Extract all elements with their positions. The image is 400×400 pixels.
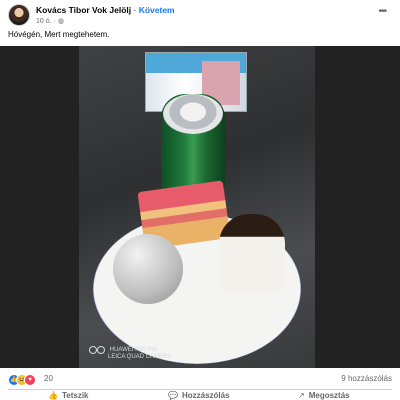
post-actions: 👍 Tetszik 💬 Hozzászólás ↗ Megosztás <box>8 391 392 400</box>
comment-count[interactable]: 9 hozzászólás <box>341 374 392 383</box>
post-photo: HUAWEI P30 Pro LEICA QUAD CAMERA <box>79 46 315 368</box>
camera-watermark: HUAWEI P30 Pro LEICA QUAD CAMERA <box>89 346 171 361</box>
post-header: Kovács Tibor Vok Jelölj · Követem 10 ó. … <box>8 2 392 28</box>
follow-button[interactable]: Követem <box>139 5 175 15</box>
comment-button[interactable]: 💬 Hozzászólás <box>168 391 230 400</box>
share-icon: ↗ <box>298 391 305 400</box>
camera-lens-icon <box>89 346 105 354</box>
reaction-count[interactable]: 20 <box>44 374 53 383</box>
post-meta: 10 ó. · ◍ <box>36 17 64 25</box>
separator-dot: · <box>133 5 137 15</box>
thumbs-up-icon: 👍 <box>48 391 58 400</box>
coconut-ball-image <box>113 234 183 304</box>
can-top-image <box>163 94 223 134</box>
chocolate-cake-image <box>219 214 285 294</box>
comment-icon: 💬 <box>168 391 178 400</box>
meta-separator: · <box>53 18 56 25</box>
reactions-bar: 👍 😆 ♥ 20 9 hozzászólás <box>8 374 392 386</box>
author-line: Kovács Tibor Vok Jelölj · Követem <box>36 5 175 15</box>
more-options-icon[interactable]: ••• <box>378 6 386 17</box>
post-time[interactable]: 10 ó. <box>36 18 52 25</box>
like-label: Tetszik <box>61 391 89 400</box>
actions-divider <box>8 389 392 390</box>
like-button[interactable]: 👍 Tetszik <box>48 391 89 400</box>
share-label: Megosztás <box>308 391 350 400</box>
share-button[interactable]: ↗ Megosztás <box>298 391 350 400</box>
love-reaction-icon: ♥ <box>24 374 36 386</box>
post-text: Hóvégén, Mert megtehetem. <box>8 30 110 39</box>
watermark-camera: LEICA QUAD CAMERA <box>108 354 172 361</box>
author-avatar[interactable] <box>8 4 30 26</box>
globe-icon: ◍ <box>57 18 64 25</box>
reaction-icons[interactable]: 👍 😆 ♥ <box>8 374 42 386</box>
post-photo-area[interactable]: HUAWEI P30 Pro LEICA QUAD CAMERA <box>0 46 400 368</box>
watermark-model: HUAWEI P30 Pro <box>109 347 157 354</box>
comment-label: Hozzászólás <box>181 391 230 400</box>
author-name[interactable]: Kovács Tibor Vok Jelölj <box>36 5 131 15</box>
